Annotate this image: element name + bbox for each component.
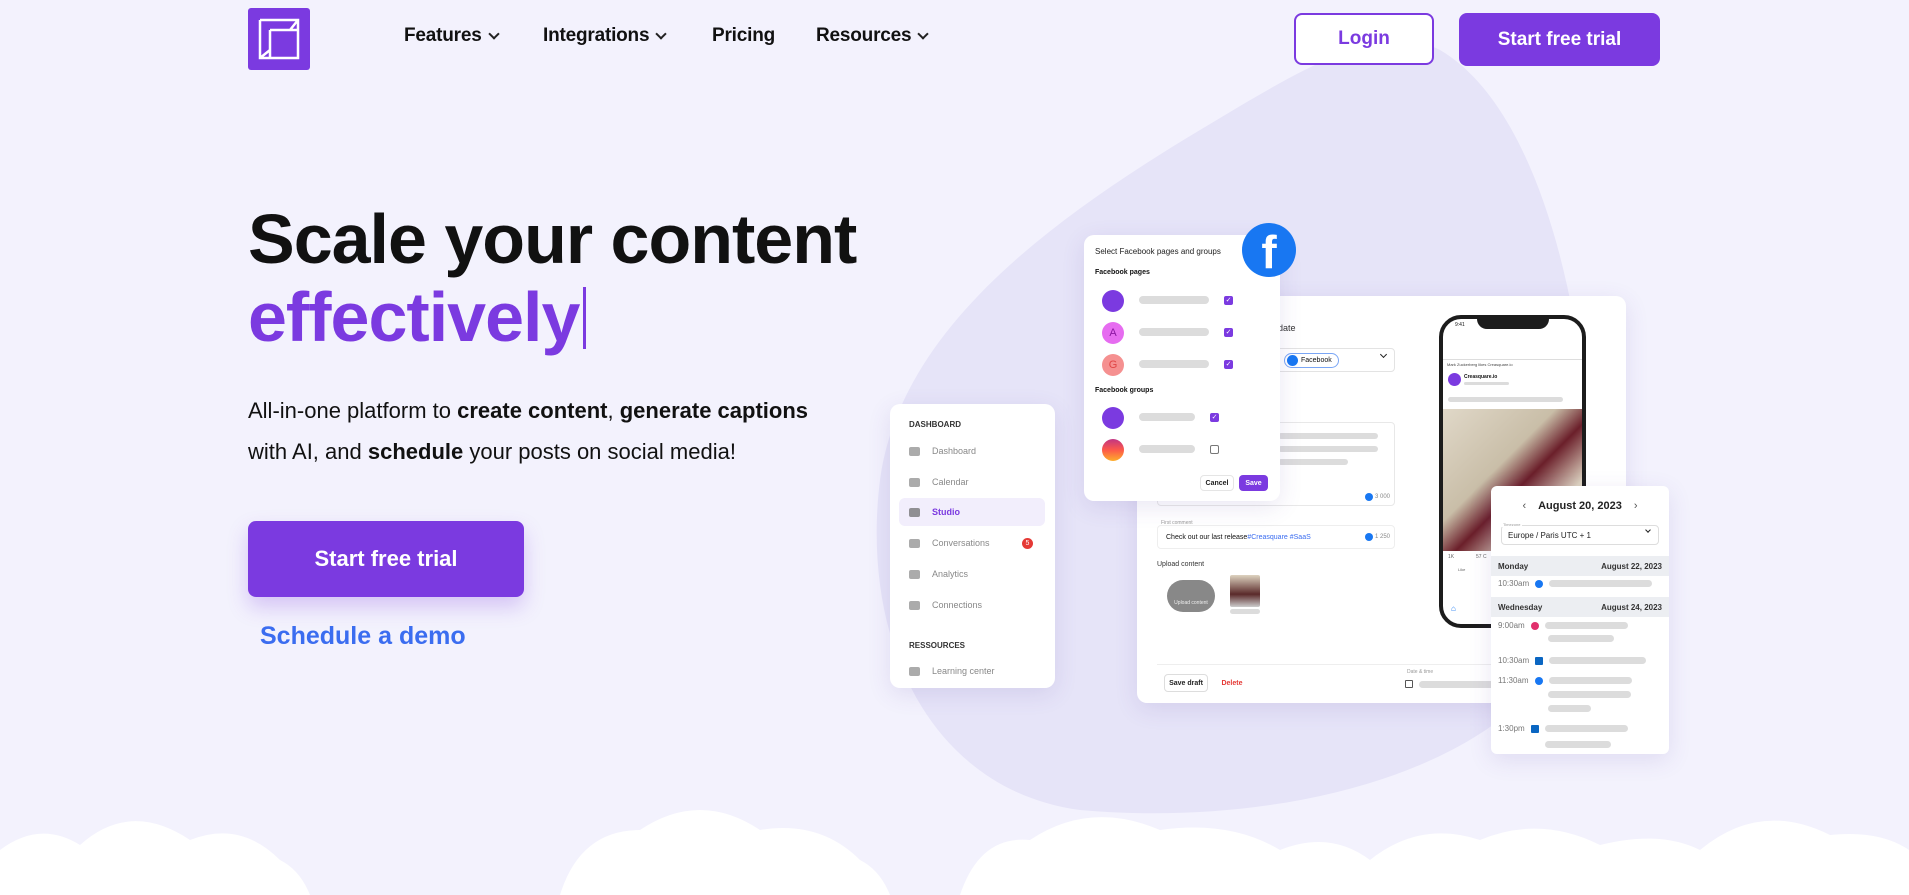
comments-count: 57 C — [1476, 554, 1487, 560]
day-header: Monday August 22, 2023 — [1491, 556, 1669, 576]
hero-description: All-in-one platform to create content, g… — [248, 398, 808, 464]
facebook-icon — [1534, 676, 1543, 685]
nav-integrations[interactable]: Integrations — [543, 25, 668, 47]
group-checkbox[interactable] — [1210, 445, 1219, 454]
instagram-icon — [1530, 621, 1539, 630]
cancel-button[interactable]: Cancel — [1200, 475, 1234, 491]
chart-icon — [909, 569, 920, 579]
page-avatar-logo — [1102, 290, 1124, 312]
uploaded-image-thumbnail[interactable] — [1230, 575, 1260, 607]
chevron-down-icon — [1379, 350, 1388, 359]
facebook-icon — [1364, 493, 1373, 501]
page-avatar — [1448, 373, 1461, 386]
hero-title-highlight: effectively — [248, 278, 580, 356]
schedule-slot[interactable]: 10:30am — [1491, 579, 1669, 588]
chevron-down-icon — [917, 28, 930, 40]
typing-caret — [583, 287, 587, 349]
nav-pricing[interactable]: Pricing — [712, 25, 775, 47]
sidebar-item-dashboard[interactable]: Dashboard — [899, 437, 1045, 465]
schedule-calendar-card: ‹ August 20, 2023 › Timezone Europe / Pari… — [1491, 486, 1669, 754]
day-header: Wednesday August 24, 2023 — [1491, 597, 1669, 617]
schedule-slot[interactable]: 11:30am — [1491, 676, 1669, 685]
sidebar-item-conversations[interactable]: Conversations 5 — [899, 529, 1045, 557]
hero-title: Scale your content effectively — [248, 200, 857, 356]
schedule-slot[interactable]: 9:00am — [1491, 621, 1669, 630]
logo-icon — [258, 18, 300, 60]
schedule-demo-link[interactable]: Schedule a demo — [260, 622, 466, 651]
upload-content-button[interactable]: Upload content — [1167, 580, 1215, 612]
group-avatar-logo — [1102, 407, 1124, 429]
nav-features[interactable]: Features — [404, 25, 500, 47]
start-trial-nav-button[interactable]: Start free trial — [1459, 13, 1660, 66]
facebook-pages-dialog: Select Facebook pages and groups Faceboo… — [1084, 235, 1280, 501]
facebook-chip[interactable]: Facebook — [1284, 353, 1339, 368]
sidebar-item-connections[interactable]: Connections — [899, 591, 1045, 619]
chevron-down-icon — [655, 28, 668, 40]
prev-date-button[interactable]: ‹ — [1522, 500, 1526, 512]
timezone-select[interactable]: Europe / Paris UTC + 1 — [1501, 525, 1659, 545]
calendar-icon — [1405, 680, 1413, 688]
facebook-icon — [1535, 579, 1544, 588]
clouds — [0, 810, 1909, 895]
facebook-icon: f — [1242, 223, 1296, 277]
sidebar-item-analytics[interactable]: Analytics — [899, 560, 1045, 588]
shapes-icon — [909, 666, 920, 676]
chat-icon — [909, 538, 920, 548]
schedule-slot[interactable]: 1:30pm — [1491, 724, 1669, 733]
home-icon: ⌂ — [1451, 604, 1456, 613]
page-checkbox[interactable]: ✓ — [1224, 360, 1233, 369]
first-comment-input[interactable]: Check out our last release #Creasquare #… — [1157, 525, 1395, 549]
login-button[interactable]: Login — [1294, 13, 1434, 65]
instagram-avatar — [1102, 439, 1124, 461]
start-trial-hero-button[interactable]: Start free trial — [248, 521, 524, 597]
sliders-icon — [909, 600, 920, 610]
calendar-icon — [909, 477, 920, 487]
save-draft-button[interactable]: Save draft — [1164, 674, 1208, 692]
phone-notch — [1477, 319, 1549, 329]
like-button[interactable]: Like — [1458, 567, 1465, 572]
save-button[interactable]: Save — [1239, 475, 1268, 491]
dashboard-sidebar-card: DASHBOARD Dashboard Calendar Studio Conv… — [890, 404, 1055, 688]
sidebar-item-calendar[interactable]: Calendar — [899, 468, 1045, 496]
sidebar-item-studio[interactable]: Studio — [899, 498, 1045, 526]
video-icon — [909, 507, 920, 517]
notification-badge: 5 — [1022, 537, 1033, 549]
next-date-button[interactable]: › — [1634, 500, 1638, 512]
linkedin-icon — [1530, 724, 1539, 733]
page-checkbox[interactable]: ✓ — [1224, 296, 1233, 305]
facebook-icon — [1287, 355, 1298, 366]
chevron-down-icon — [487, 28, 500, 40]
gauge-icon — [909, 446, 920, 456]
schedule-slot[interactable]: 10:30am — [1491, 656, 1669, 665]
facebook-icon — [1364, 533, 1373, 541]
page-checkbox[interactable]: ✓ — [1224, 328, 1233, 337]
nav-resources[interactable]: Resources — [816, 25, 930, 47]
delete-button[interactable]: Delete — [1217, 674, 1247, 692]
page-avatar: G — [1102, 354, 1124, 376]
logo[interactable] — [248, 8, 310, 70]
page-avatar: A — [1102, 322, 1124, 344]
linkedin-icon — [1535, 656, 1544, 665]
chevron-down-icon — [1645, 527, 1651, 533]
group-checkbox[interactable]: ✓ — [1210, 413, 1219, 422]
sidebar-item-learning-center[interactable]: Learning center — [899, 657, 1045, 685]
